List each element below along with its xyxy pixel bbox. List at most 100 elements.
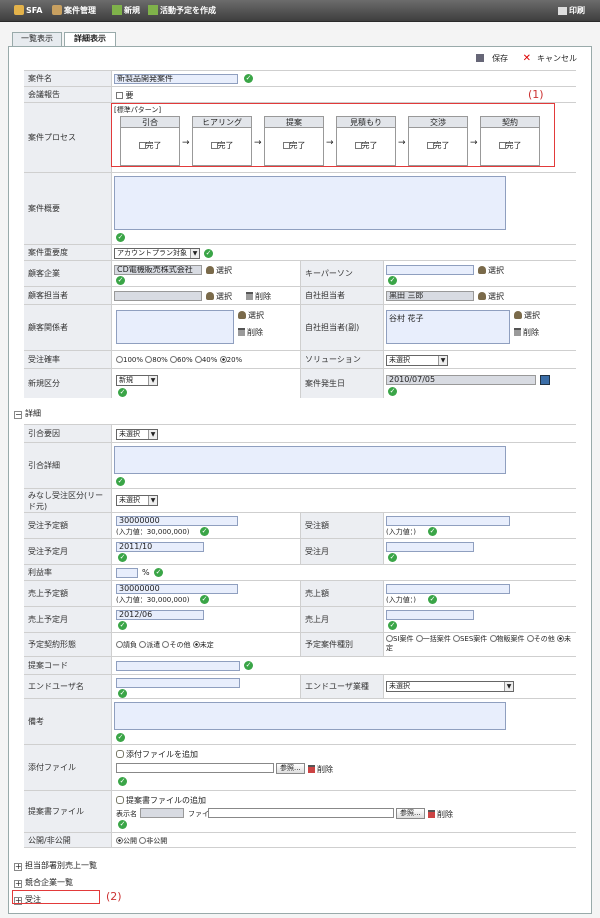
tab-list[interactable]: 一覧表示 (12, 32, 62, 46)
detail-toggle[interactable]: − 詳細 (14, 408, 41, 419)
brand[interactable]: SFA (14, 5, 43, 15)
sales-planned-amount-input[interactable]: 30000000 (116, 584, 238, 594)
order-amount-label: 受注額 (305, 521, 329, 530)
radio-si[interactable] (386, 635, 393, 642)
sales-amount-input[interactable] (386, 584, 510, 594)
end-user-label: エンドユーザ名 (28, 682, 84, 691)
proposal-code-input[interactable] (116, 661, 240, 671)
stage-hearing: ヒアリング 完了 (192, 116, 252, 166)
radio-20[interactable] (219, 356, 227, 363)
create-activity-button[interactable]: 活動予定を作成 (148, 5, 216, 16)
radio-bulk[interactable] (415, 635, 423, 642)
printer-icon (558, 7, 567, 15)
keyperson-input[interactable] (386, 265, 474, 275)
arrow-right-icon: → (182, 138, 190, 148)
proposal-delete-label: 削除 (437, 810, 453, 819)
radio-public[interactable] (116, 837, 123, 844)
solution-select[interactable]: 未選択 ▼ (386, 355, 448, 366)
client-contact-label-cell: 顧客担当者 (24, 287, 112, 304)
stage-checkbox[interactable] (138, 142, 146, 149)
stage-checkbox[interactable] (282, 142, 290, 149)
radio-undecided[interactable] (557, 635, 564, 642)
radio-60[interactable] (170, 356, 178, 363)
owner-select-link[interactable]: 選択 (478, 291, 504, 302)
stage-title: 交渉 (409, 117, 467, 128)
keyperson-select-link[interactable]: 選択 (478, 265, 504, 276)
calendar-icon[interactable] (540, 375, 550, 385)
print-button[interactable]: 印刷 (558, 5, 585, 16)
radio-40[interactable] (194, 356, 202, 363)
owner-sub-delete-link[interactable]: 削除 (514, 327, 539, 338)
owner-sub-list[interactable]: 谷村 花子 (386, 310, 510, 344)
client-related-select-link[interactable]: 選択 (238, 310, 264, 321)
display-name-input[interactable] (140, 808, 184, 818)
cancel-button[interactable]: ✕ キャンセル (517, 53, 577, 64)
report-option[interactable]: 要 (116, 90, 134, 101)
new-button[interactable]: 新規 (112, 5, 140, 16)
section-dept-sales[interactable]: + 担当部署別売上一覧 (14, 860, 97, 871)
owner-sub-select-link[interactable]: 選択 (514, 310, 540, 321)
proposal-browse-button[interactable]: 参照... (396, 808, 425, 819)
attachment-file-input[interactable] (116, 763, 274, 773)
profit-rate-input[interactable] (116, 568, 138, 578)
end-user-input[interactable] (116, 678, 240, 688)
check-icon: ✓ (154, 568, 163, 577)
module-menu[interactable]: 案件管理 (52, 5, 96, 16)
occurred-input[interactable]: 2010/07/05 (386, 375, 536, 385)
stage-checkbox[interactable] (426, 142, 434, 149)
summary-textarea[interactable] (114, 176, 506, 230)
public-radios[interactable]: 公開 非公開 (116, 836, 167, 846)
lead-source-select[interactable]: 未選択 ▼ (116, 495, 158, 506)
attachment-browse-button[interactable]: 参照... (276, 763, 305, 774)
attachment-delete-link[interactable]: 削除 (308, 764, 333, 775)
module-label: 案件管理 (64, 6, 96, 15)
client-contact-select-link[interactable]: 選択 (206, 291, 232, 302)
radio-other[interactable] (526, 635, 534, 642)
client-related-delete-link[interactable]: 削除 (238, 327, 263, 338)
client-contact-input[interactable] (114, 291, 202, 301)
add-attachment-link[interactable]: 添付ファイルを追加 (116, 749, 198, 760)
stage-checkbox[interactable] (498, 142, 506, 149)
radio-contract[interactable] (116, 641, 123, 648)
client-select-link[interactable]: 選択 (206, 265, 232, 276)
proposal-code-label: 提案コード (28, 661, 68, 670)
stage-inquiry: 引合 完了 (120, 116, 180, 166)
order-month-input[interactable] (386, 542, 474, 552)
probability-label-cell: 受注確率 (24, 351, 112, 368)
stage-checkbox[interactable] (210, 142, 218, 149)
order-amount-input[interactable] (386, 516, 510, 526)
radio-goods[interactable] (489, 635, 497, 642)
save-label: 保存 (492, 54, 509, 63)
stage-checkbox[interactable] (354, 142, 362, 149)
report-checkbox[interactable] (116, 92, 123, 99)
order-planned-amount-input[interactable]: 30000000 (116, 516, 238, 526)
client-related-list[interactable] (116, 310, 234, 344)
owner-input[interactable]: 黒田 三郎 (386, 291, 474, 301)
stage-estimate: 見積もり 完了 (336, 116, 396, 166)
order-planned-month-input[interactable]: 2011/10 (116, 542, 204, 552)
client-input[interactable]: CD電機販売株式会社 (114, 265, 202, 275)
row-attachment: 添付ファイル 添付ファイルを追加 参照... 削除 ✓ (24, 744, 576, 790)
save-button[interactable]: 保存 (470, 54, 508, 63)
importance-select[interactable]: アカウントプラン対象 ▼ (114, 248, 200, 259)
end-user-industry-select[interactable]: 未選択 ▼ (386, 681, 514, 692)
proposal-delete-link[interactable]: 削除 (428, 809, 453, 820)
tab-detail[interactable]: 詳細表示 (64, 32, 116, 46)
section-competitors[interactable]: + 競合企業一覧 (14, 877, 73, 888)
new-type-select[interactable]: 新規 ▼ (116, 375, 158, 386)
case-type-radios[interactable]: SI案件 一括案件 SES案件 物販案件 その他 未定 (386, 635, 574, 653)
case-name-input[interactable]: 新製品開発案件 (114, 74, 238, 84)
inquiry-detail-textarea[interactable] (114, 446, 506, 474)
proposal-file-input[interactable] (208, 808, 394, 818)
sales-planned-month-input[interactable]: 2012/06 (116, 610, 204, 620)
client-contact-delete-link[interactable]: 削除 (246, 291, 271, 302)
radio-100[interactable] (116, 356, 123, 363)
sales-month-input[interactable] (386, 610, 474, 620)
inquiry-reason-select[interactable]: 未選択 ▼ (116, 429, 158, 440)
radio-undecided[interactable] (192, 641, 200, 648)
radio-ses[interactable] (452, 635, 460, 642)
probability-radios[interactable]: 100% 80% 60% 40% 20% (116, 356, 242, 364)
remarks-textarea[interactable] (114, 702, 506, 730)
contract-form-radios[interactable]: 請負 派遣 その他 未定 (116, 640, 214, 650)
add-proposal-file-link[interactable]: 提案書ファイルの追加 (116, 795, 206, 806)
